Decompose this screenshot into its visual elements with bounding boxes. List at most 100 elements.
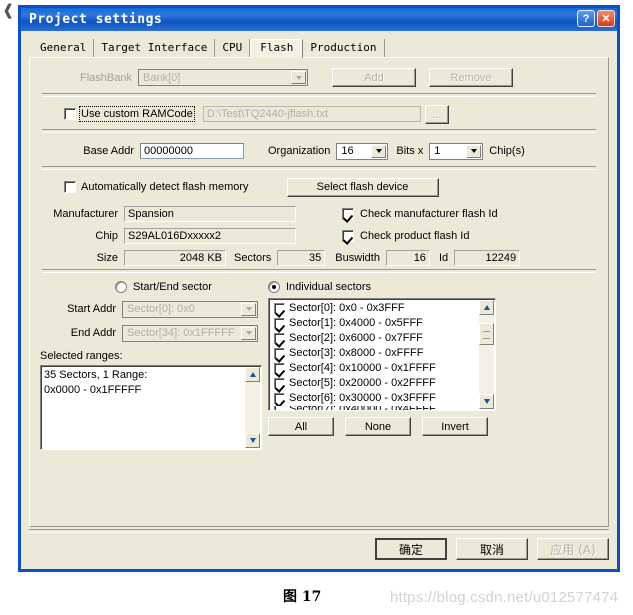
device-info-block: Manufacturer Spansion Check manufacturer… [40, 204, 598, 266]
flashbank-label: FlashBank [80, 71, 132, 84]
use-custom-ramcode-label[interactable]: Use custom RAMCode [79, 106, 195, 122]
tab-target-interface[interactable]: Target Interface [94, 39, 216, 57]
id-value: 12249 [454, 249, 521, 266]
ramcode-row: Use custom RAMCode D:\Test\TQ2440-jflash… [40, 103, 598, 125]
window-controls: ? ✕ [577, 10, 615, 27]
sector-list-item[interactable]: Sector[0]: 0x0 - 0x3FFF [271, 301, 495, 316]
chips-label: Chip(s) [489, 145, 525, 157]
sector-list: Sector[0]: 0x0 - 0x3FFF Sector[1]: 0x400… [269, 299, 495, 410]
individual-sectors-label[interactable]: Individual sectors [286, 281, 371, 293]
sector-checkbox[interactable] [274, 378, 285, 389]
sector-checkbox[interactable] [274, 406, 285, 410]
check-manufacturer-flash-id-checkbox[interactable] [342, 207, 354, 220]
check-product-flash-id-label[interactable]: Check product flash Id [360, 230, 469, 242]
sectors-value: 35 [277, 249, 326, 266]
individual-sectors-radio[interactable] [268, 281, 280, 293]
chevron-down-icon[interactable] [241, 326, 256, 340]
sector-list-scrollbar[interactable] [479, 300, 494, 409]
scroll-down-icon[interactable] [245, 433, 260, 448]
close-button[interactable]: ✕ [597, 10, 615, 27]
tab-general[interactable]: General [33, 39, 95, 57]
start-addr-value: Sector[0]: 0x0 [127, 303, 195, 315]
window-title: Project settings [29, 12, 163, 27]
flashbank-value: Bank[0] [143, 71, 181, 84]
chip-value: S29AL016Dxxxxx2 [124, 227, 296, 244]
scroll-up-icon[interactable] [479, 300, 494, 315]
sector-label: Sector[3]: 0x8000 - 0xFFFF [289, 347, 424, 359]
cancel-button[interactable]: 取消 [456, 538, 528, 560]
start-end-sector-label[interactable]: Start/End sector [133, 281, 212, 293]
sector-list-item[interactable]: Sector[4]: 0x10000 - 0x1FFFF [271, 361, 495, 376]
auto-detect-flash-label[interactable]: Automatically detect flash memory [81, 181, 249, 193]
sector-list-item[interactable]: Sector[6]: 0x30000 - 0x3FFFF [271, 391, 495, 406]
chevron-down-icon[interactable] [241, 302, 256, 316]
chips-value: 1 [434, 145, 441, 157]
flashbank-combo[interactable]: Bank[0] [138, 69, 308, 86]
size-label: Size [96, 251, 118, 264]
chevron-down-icon[interactable] [466, 144, 482, 158]
tab-flash[interactable]: Flash [250, 39, 304, 58]
sectors-label: Sectors [234, 251, 272, 264]
tab-cpu[interactable]: CPU [215, 39, 251, 57]
use-custom-ramcode-checkbox[interactable] [64, 108, 76, 120]
selected-ranges-scrollbar[interactable] [245, 367, 260, 448]
help-button[interactable]: ? [577, 10, 595, 27]
sector-checkbox[interactable] [274, 333, 285, 344]
ok-button[interactable]: 确定 [375, 538, 447, 560]
select-none-button[interactable]: None [345, 417, 411, 436]
title-bar[interactable]: Project settings ? ✕ [21, 8, 617, 31]
selected-ranges-listbox[interactable]: 35 Sectors, 1 Range: 0x0000 - 0x1FFFFF [40, 365, 262, 450]
sector-list-item[interactable]: Sector[7]: 0x40000 - 0x4FFFF [271, 406, 495, 410]
sector-list-item[interactable]: Sector[3]: 0x8000 - 0xFFFF [271, 346, 495, 361]
sector-label: Sector[7]: 0x40000 - 0x4FFFF [289, 406, 436, 410]
auto-detect-flash-checkbox[interactable] [64, 181, 76, 193]
id-label: Id [438, 251, 449, 264]
chevron-down-icon[interactable] [291, 71, 306, 84]
invert-selection-button[interactable]: Invert [422, 417, 488, 436]
sector-checkbox[interactable] [274, 303, 285, 314]
ramcode-browse-button[interactable]: ... [424, 104, 449, 124]
size-row: Size 2048 KB Sectors 35 Buswidth 16 Id 1… [40, 248, 598, 267]
scroll-thumb[interactable] [479, 323, 494, 345]
sector-checkbox[interactable] [274, 393, 285, 404]
sector-checkbox[interactable] [274, 348, 285, 359]
select-all-button[interactable]: All [268, 417, 334, 436]
select-flash-device-button[interactable]: Select flash device [286, 177, 439, 197]
dialog-footer: 确定 取消 应用 (A) [21, 529, 617, 569]
remove-button[interactable]: Remove [429, 68, 513, 87]
watermark-url: https://blog.csdn.net/u012577474 [390, 589, 619, 606]
separator-2 [42, 129, 596, 133]
scroll-down-icon[interactable] [479, 394, 494, 409]
base-addr-input[interactable]: 00000000 [140, 143, 244, 159]
sector-action-buttons: All None Invert [268, 417, 496, 436]
separator-1 [42, 93, 596, 97]
sector-list-item[interactable]: Sector[5]: 0x20000 - 0x2FFFF [271, 376, 495, 391]
sector-list-item[interactable]: Sector[2]: 0x6000 - 0x7FFF [271, 331, 495, 346]
footer-buttons: 确定 取消 应用 (A) [375, 538, 609, 560]
individual-radio-row[interactable]: Individual sectors [268, 279, 496, 295]
apply-button[interactable]: 应用 (A) [537, 538, 609, 560]
sector-checkbox[interactable] [274, 318, 285, 329]
base-addr-label: Base Addr [83, 145, 134, 157]
add-button[interactable]: Add [332, 68, 416, 87]
check-product-flash-id-checkbox[interactable] [342, 229, 354, 242]
ramcode-path-input[interactable]: D:\Test\TQ2440-jflash.txt [202, 106, 421, 122]
cursor-artifact: ❰ [2, 3, 15, 19]
tab-production[interactable]: Production [303, 39, 385, 57]
check-manufacturer-flash-id-label[interactable]: Check manufacturer flash Id [360, 208, 498, 220]
scroll-track[interactable] [245, 382, 260, 433]
scroll-up-icon[interactable] [245, 367, 260, 382]
individual-sectors-listbox[interactable]: Sector[0]: 0x0 - 0x3FFF Sector[1]: 0x400… [268, 298, 496, 411]
scroll-track[interactable] [479, 315, 494, 394]
sector-list-item[interactable]: Sector[1]: 0x4000 - 0x5FFF [271, 316, 495, 331]
sector-checkbox[interactable] [274, 363, 285, 374]
startend-radio-row[interactable]: Start/End sector [40, 279, 262, 295]
start-end-sector-radio[interactable] [115, 281, 127, 293]
bits-label: Bits x [396, 145, 424, 157]
organization-combo[interactable]: 16 [336, 142, 389, 160]
chevron-down-icon[interactable] [371, 144, 387, 158]
footer-separator [29, 529, 609, 533]
start-addr-combo[interactable]: Sector[0]: 0x0 [122, 300, 258, 318]
end-addr-combo[interactable]: Sector[34]: 0x1FFFFF [122, 324, 258, 342]
chips-combo[interactable]: 1 [429, 142, 484, 160]
